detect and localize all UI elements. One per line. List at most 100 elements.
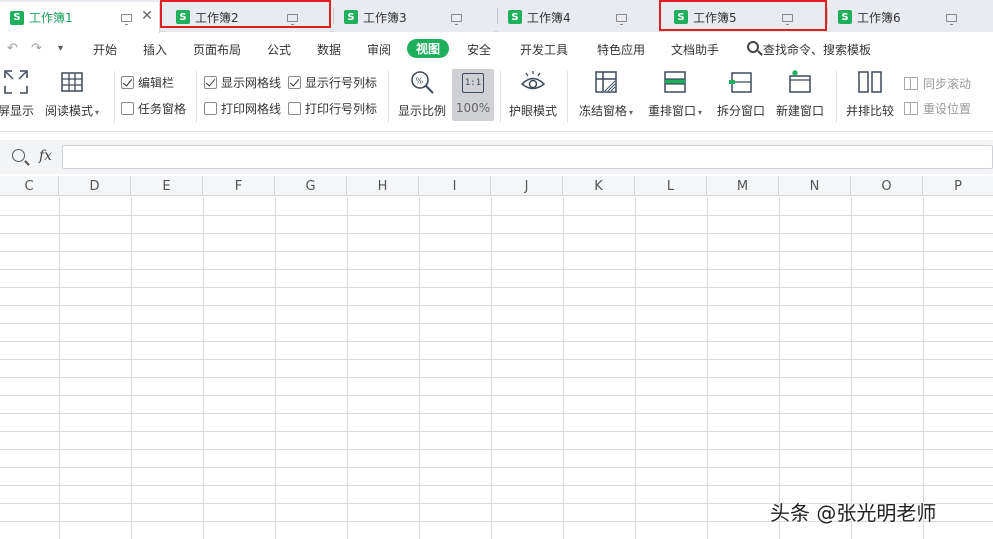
reset-position-button[interactable]: 重设位置 bbox=[904, 100, 971, 117]
column-gridline bbox=[707, 197, 708, 539]
column-header-e[interactable]: E bbox=[131, 176, 203, 196]
monitor-icon[interactable] bbox=[946, 14, 957, 25]
show-gridlines-checkbox[interactable]: 显示网格线 bbox=[204, 74, 281, 91]
menu-doc-assistant[interactable]: 文档助手 bbox=[671, 41, 719, 58]
column-header-c[interactable]: C bbox=[0, 176, 59, 196]
menu-view[interactable]: 视图 bbox=[407, 39, 450, 58]
menu-insert[interactable]: 插入 bbox=[143, 41, 167, 58]
quick-access-dropdown-icon[interactable]: ▾ bbox=[58, 43, 63, 54]
column-header-f[interactable]: F bbox=[203, 176, 275, 196]
row-gridline bbox=[0, 251, 993, 252]
column-header-m[interactable]: M bbox=[707, 176, 779, 196]
spreadsheet-icon: S bbox=[508, 10, 522, 24]
menu-home[interactable]: 开始 bbox=[93, 41, 117, 58]
row-gridline bbox=[0, 395, 993, 396]
checkbox-unchecked-icon bbox=[288, 102, 301, 115]
freeze-panes-label: 冻结窗格 ▾ bbox=[579, 104, 634, 118]
fullscreen-icon bbox=[3, 69, 29, 95]
ribbon-separator bbox=[388, 71, 389, 123]
tab-workbook-5[interactable]: S 工作簿5 bbox=[664, 2, 824, 32]
monitor-icon[interactable] bbox=[121, 14, 132, 25]
spreadsheet-icon: S bbox=[176, 10, 190, 24]
row-gridline bbox=[0, 485, 993, 486]
menu-security[interactable]: 安全 bbox=[467, 41, 491, 58]
row-gridline bbox=[0, 269, 993, 270]
column-header-l[interactable]: L bbox=[635, 176, 707, 196]
monitor-icon[interactable] bbox=[616, 14, 627, 25]
search-commands-link[interactable]: 查找命令、搜索模板 bbox=[763, 41, 871, 58]
menu-formulas[interactable]: 公式 bbox=[267, 41, 291, 58]
side-by-side-button[interactable]: 并排比较 bbox=[846, 69, 894, 119]
monitor-icon[interactable] bbox=[287, 14, 298, 25]
show-headers-checkbox[interactable]: 显示行号列标 bbox=[288, 74, 377, 91]
print-headers-label: 打印行号列标 bbox=[305, 102, 378, 116]
tab-workbook-4[interactable]: S 工作簿4 bbox=[498, 2, 658, 32]
column-header-o[interactable]: O bbox=[851, 176, 923, 196]
column-header-k[interactable]: K bbox=[563, 176, 635, 196]
rearrange-windows-button[interactable]: 重排窗口 ▾ bbox=[648, 69, 702, 119]
column-header-p[interactable]: P bbox=[923, 176, 993, 196]
column-header-d[interactable]: D bbox=[59, 176, 131, 196]
column-gridline bbox=[347, 197, 348, 539]
zoom-button[interactable]: % 显示比例 bbox=[398, 69, 446, 119]
tab-workbook-1[interactable]: S 工作簿1 ✕ bbox=[0, 2, 160, 33]
fullscreen-button[interactable]: 屏显示 bbox=[0, 69, 34, 119]
row-gridline bbox=[0, 215, 993, 216]
column-header-g[interactable]: G bbox=[275, 176, 347, 196]
side-by-side-label: 并排比较 bbox=[846, 104, 895, 118]
zoom-100-button[interactable]: 1:1 100% bbox=[452, 69, 494, 121]
search-icon[interactable] bbox=[747, 41, 759, 53]
zoom-search-icon[interactable] bbox=[12, 149, 25, 162]
reading-mode-button[interactable]: 阅读模式 ▾ bbox=[45, 69, 99, 119]
print-headers-checkbox[interactable]: 打印行号列标 bbox=[288, 100, 377, 117]
row-gridline bbox=[0, 305, 993, 306]
tab-workbook-3[interactable]: S 工作簿3 bbox=[334, 2, 494, 32]
column-header-j[interactable]: J bbox=[491, 176, 563, 196]
reset-position-label: 重设位置 bbox=[923, 102, 972, 116]
menu-developer-tools[interactable]: 开发工具 bbox=[520, 41, 568, 58]
sync-scroll-button[interactable]: 同步滚动 bbox=[904, 75, 971, 92]
edit-bar-label: 编辑栏 bbox=[138, 76, 175, 90]
column-header-h[interactable]: H bbox=[347, 176, 419, 196]
column-header: C D E F G H I J K L M N O P bbox=[0, 176, 993, 196]
formula-input[interactable] bbox=[62, 145, 993, 169]
spreadsheet-icon: S bbox=[674, 10, 688, 24]
svg-text:%: % bbox=[416, 77, 424, 86]
column-gridline bbox=[851, 197, 852, 539]
tab-workbook-6[interactable]: S 工作簿6 bbox=[828, 2, 993, 32]
rearrange-windows-label: 重排窗口 ▾ bbox=[648, 104, 703, 118]
new-window-button[interactable]: 新建窗口 bbox=[776, 69, 824, 119]
ribbon-separator bbox=[567, 71, 568, 123]
edit-bar-checkbox[interactable]: 编辑栏 bbox=[121, 74, 174, 91]
checkbox-unchecked-icon bbox=[121, 102, 134, 115]
split-window-button[interactable]: 拆分窗口 bbox=[717, 69, 765, 119]
close-icon[interactable]: ✕ bbox=[140, 9, 154, 23]
menu-review[interactable]: 审阅 bbox=[367, 41, 391, 58]
menu-special-apps[interactable]: 特色应用 bbox=[597, 41, 645, 58]
task-pane-checkbox[interactable]: 任务窗格 bbox=[121, 100, 186, 117]
checkbox-unchecked-icon bbox=[204, 102, 217, 115]
undo-icon[interactable]: ↶ bbox=[7, 41, 18, 56]
eye-protect-button[interactable]: 护眼模式 bbox=[509, 69, 557, 119]
tab-workbook-2[interactable]: S 工作簿2 bbox=[166, 2, 330, 32]
column-gridline bbox=[419, 197, 420, 539]
freeze-panes-button[interactable]: 冻结窗格 ▾ bbox=[579, 69, 633, 119]
reset-position-icon bbox=[904, 102, 918, 115]
print-gridlines-checkbox[interactable]: 打印网格线 bbox=[204, 100, 281, 117]
cell-grid[interactable] bbox=[0, 197, 993, 539]
monitor-icon[interactable] bbox=[451, 14, 462, 25]
menu-page-layout[interactable]: 页面布局 bbox=[193, 41, 241, 58]
column-gridline bbox=[779, 197, 780, 539]
menu-data[interactable]: 数据 bbox=[317, 41, 341, 58]
fx-icon[interactable]: fx bbox=[39, 148, 52, 164]
column-header-n[interactable]: N bbox=[779, 176, 851, 196]
column-header-i[interactable]: I bbox=[419, 176, 491, 196]
redo-icon[interactable]: ↷ bbox=[31, 41, 42, 56]
side-by-side-icon bbox=[857, 69, 883, 95]
tab-label: 工作簿1 bbox=[29, 11, 73, 25]
monitor-icon[interactable] bbox=[782, 14, 793, 25]
print-gridlines-label: 打印网格线 bbox=[221, 102, 282, 116]
ribbon-separator bbox=[114, 71, 115, 123]
sync-scroll-icon bbox=[904, 77, 918, 90]
tab-label: 工作簿5 bbox=[693, 10, 737, 25]
